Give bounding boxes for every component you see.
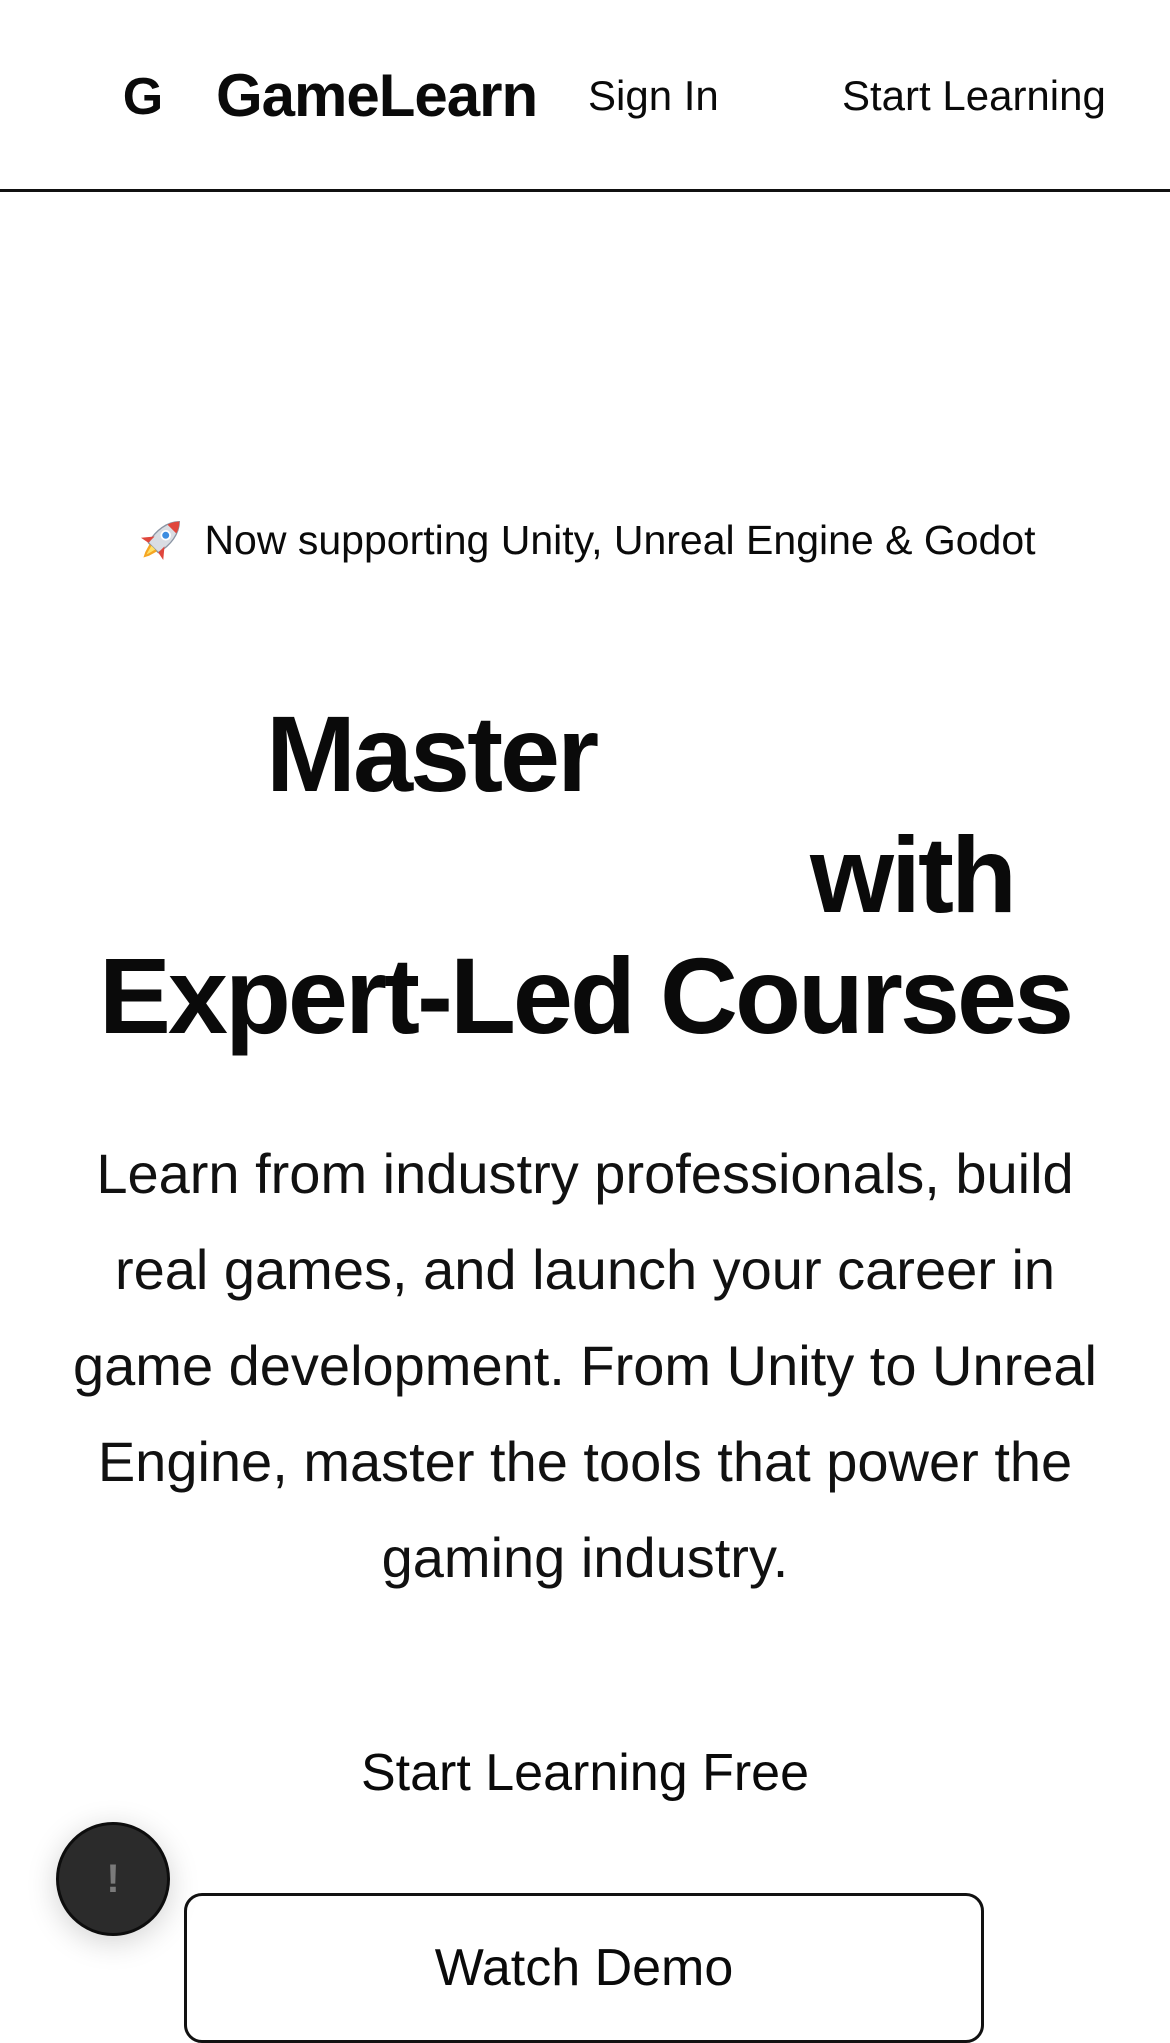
watch-demo-label: Watch Demo bbox=[434, 1939, 734, 1997]
headline-line-2: with bbox=[810, 814, 1017, 935]
headline-line-3: Expert-Led Courses bbox=[98, 935, 1074, 1056]
watch-demo-button[interactable]: Watch Demo bbox=[184, 1893, 984, 2043]
headline-line-1: Master bbox=[266, 693, 599, 814]
hero-description: Learn from industry professionals, build… bbox=[73, 1142, 1097, 1589]
announcement-banner: Now supporting Unity, Unreal Engine & Go… bbox=[0, 508, 1170, 572]
alert-icon: ! bbox=[106, 1857, 120, 1901]
sign-in-link[interactable]: Sign In bbox=[588, 68, 719, 124]
brand-name[interactable]: GameLearn bbox=[216, 58, 538, 134]
site-header: G GameLearn Sign In Start Learning bbox=[0, 0, 1170, 192]
rocket-icon bbox=[141, 521, 181, 561]
start-learning-link[interactable]: Start Learning bbox=[842, 68, 1106, 124]
floating-alert-button[interactable]: ! bbox=[56, 1822, 170, 1936]
start-learning-free-button[interactable]: Start Learning Free bbox=[0, 1738, 1170, 1808]
announcement-text: Now supporting Unity, Unreal Engine & Go… bbox=[204, 517, 1036, 563]
logo-icon[interactable]: G bbox=[118, 62, 168, 132]
